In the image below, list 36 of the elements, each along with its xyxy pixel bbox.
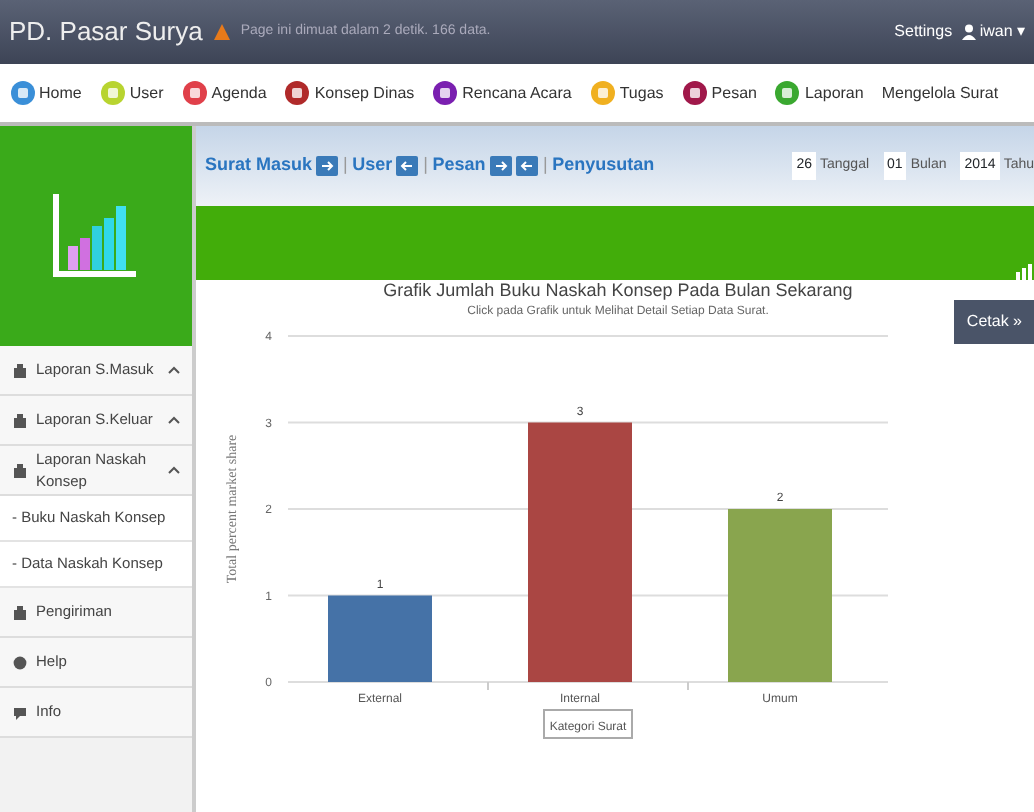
print-button[interactable]: Cetak » (954, 300, 1034, 344)
menu-item[interactable]: Mengelola Surat (881, 81, 999, 105)
caret-icon (168, 366, 180, 374)
brand-title[interactable]: PD. Pasar Surya (9, 12, 203, 52)
briefcase-icon (12, 603, 28, 621)
chart-title: Grafik Jumlah Buku Naskah Konsep Pada Bulan Sekarang (383, 280, 853, 300)
settings-link[interactable]: Settings (894, 20, 953, 44)
separator-text: | (543, 152, 548, 179)
menu-item[interactable]: User (99, 80, 164, 106)
menu-item[interactable]: Rencana Acara (432, 80, 572, 106)
briefcase-icon (12, 461, 28, 479)
caret-icon (168, 416, 180, 424)
separator-text: | (423, 152, 428, 179)
arrow-icon[interactable] (396, 156, 419, 176)
menu-item[interactable]: Pesan (681, 80, 757, 106)
arrow-icon[interactable] (516, 156, 539, 176)
help-icon (12, 653, 28, 671)
chat-icon (12, 703, 28, 721)
menu-item[interactable]: Konsep Dinas (284, 80, 415, 106)
menu-item[interactable]: Home (9, 80, 82, 106)
user-icon (961, 24, 976, 40)
breadcrumb-link[interactable]: User (352, 152, 393, 180)
breadcrumb-link[interactable]: Pesan (432, 152, 486, 180)
menu-item[interactable]: Laporan (774, 80, 864, 106)
bar-chart-logo (52, 194, 140, 278)
breadcrumb-link[interactable]: Penyusutan (552, 152, 655, 180)
caret-icon (168, 466, 180, 474)
menu-item[interactable]: Tugas (589, 80, 664, 106)
briefcase-icon (12, 411, 28, 429)
user-menu[interactable]: iwan ▾ (961, 20, 1025, 44)
menu-item[interactable]: Agenda (181, 80, 267, 106)
breadcrumb-link[interactable]: Surat Masuk (205, 152, 313, 180)
arrow-icon[interactable] (490, 156, 513, 176)
briefcase-icon (12, 361, 28, 379)
separator-text: | (343, 152, 348, 179)
arrow-icon[interactable] (316, 156, 339, 176)
